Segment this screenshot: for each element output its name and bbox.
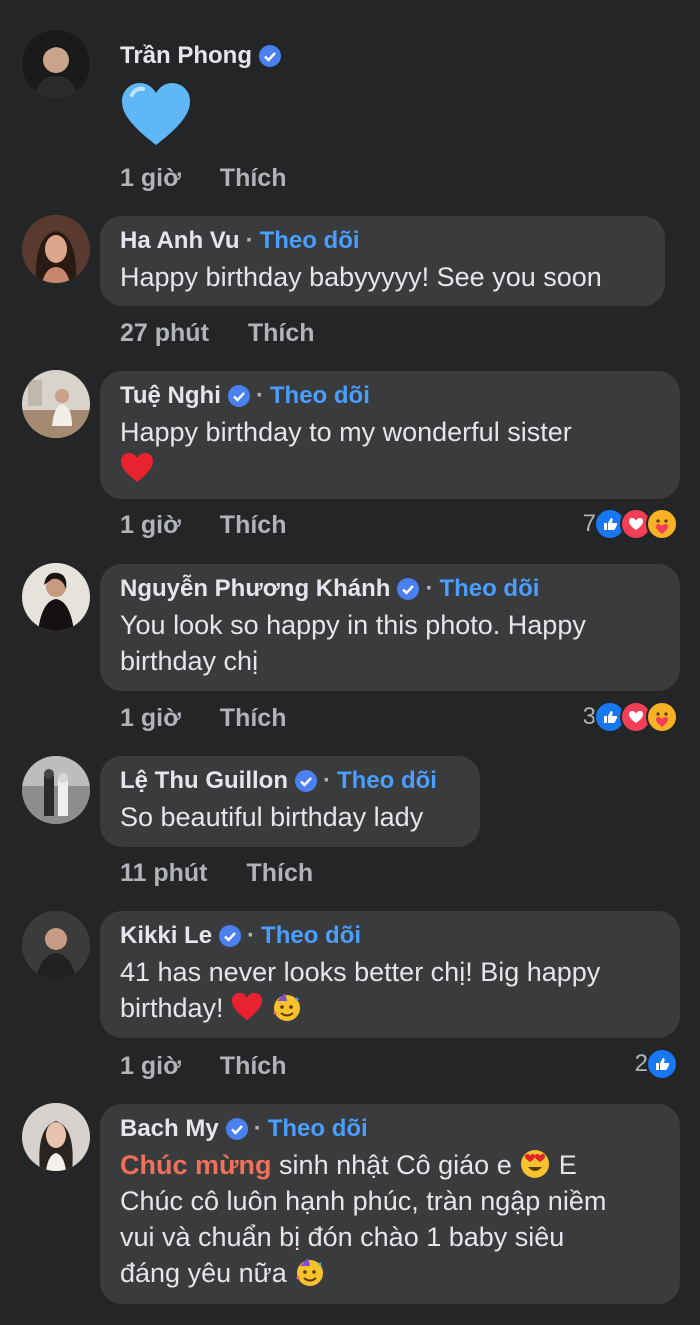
partying-face-icon [296, 1258, 324, 1286]
comment-text-line: Chúc mừng sinh nhật Cô giáo e E [120, 1147, 660, 1183]
care-reaction-icon [646, 701, 678, 733]
timestamp: 11 phút [120, 859, 208, 887]
follow-button[interactable]: Theo dõi [270, 381, 370, 411]
comment-text-fragment: E [551, 1150, 577, 1180]
comment-text: So beautiful birthday lady [120, 802, 424, 832]
author-name[interactable]: Lệ Thu Guillon [120, 766, 288, 796]
verified-badge-icon [225, 1118, 248, 1140]
verified-badge-icon [397, 578, 420, 600]
like-button[interactable]: Thích [246, 859, 313, 888]
timestamp: 27 phút [120, 319, 209, 347]
comment-text-line: đáng yêu nữa [120, 1255, 660, 1291]
comment-text-fragment: đáng yêu nữa [120, 1258, 295, 1288]
avatar[interactable] [22, 1103, 90, 1171]
separator: · [253, 1115, 262, 1142]
follow-button[interactable]: Theo dõi [261, 921, 361, 951]
timestamp: 1 giờ [120, 704, 181, 732]
verified-badge-icon [259, 45, 281, 67]
comment-text-line: birthday! [120, 990, 660, 1026]
separator: · [425, 575, 434, 602]
timestamp: 1 giờ [120, 164, 181, 192]
comment-bubble[interactable]: Tuệ Nghi · Theo dõi Happy birthday to my… [100, 371, 680, 499]
red-heart-icon [232, 992, 263, 1021]
author-name[interactable]: Nguyễn Phương Khánh [120, 574, 390, 604]
like-reaction-icon [646, 1048, 678, 1080]
blue-heart-icon [122, 83, 190, 145]
comment-bubble[interactable]: Kikki Le · Theo dõi 41 has never looks b… [100, 911, 680, 1038]
avatar[interactable] [22, 756, 90, 824]
reaction-summary[interactable]: 2 [635, 1048, 678, 1080]
comment-bubble[interactable]: Bach My · Theo dõi Chúc mừng sinh nhật C… [100, 1104, 680, 1304]
verified-badge-icon [294, 770, 317, 792]
author-name[interactable]: Ha Anh Vu [120, 226, 240, 256]
red-heart-icon [121, 453, 153, 482]
separator: · [247, 922, 256, 949]
timestamp: 1 giờ [120, 511, 181, 539]
reaction-summary[interactable]: 7 [583, 508, 678, 540]
like-button[interactable]: Thích [220, 164, 287, 193]
author-name[interactable]: Tuệ Nghi [120, 381, 221, 411]
comment-text: 41 has never looks better chị! Big happy… [120, 954, 660, 1026]
verified-badge-icon [227, 385, 250, 407]
avatar[interactable] [22, 563, 90, 631]
follow-button[interactable]: Theo dõi [337, 766, 437, 796]
comment-bubble[interactable]: Nguyễn Phương Khánh · Theo dõi You look … [100, 564, 680, 691]
author-name[interactable]: Trần Phong [120, 41, 252, 71]
separator: · [245, 227, 254, 254]
separator: · [255, 382, 264, 409]
avatar[interactable] [22, 30, 90, 98]
avatar[interactable] [22, 370, 90, 438]
comment-bubble[interactable]: Lệ Thu Guillon · Theo dõi So beautiful b… [100, 756, 480, 847]
verified-badge-icon [219, 925, 242, 947]
comment-text-line: You look so happy in this photo. Happy [120, 610, 586, 640]
comment-text: You look so happy in this photo. Happy b… [120, 607, 660, 679]
separator: · [322, 767, 331, 794]
like-button[interactable]: Thích [220, 1052, 287, 1081]
comment-bubble[interactable]: Ha Anh Vu · Theo dõi Happy birthday baby… [100, 216, 665, 306]
comment-text-line: vui và chuẩn bị đón chào 1 baby siêu [120, 1222, 565, 1252]
reaction-summary[interactable]: 3 [583, 701, 678, 733]
follow-button[interactable]: Theo dõi [260, 226, 360, 256]
comment-text: Happy birthday to my wonderful sister [120, 417, 572, 447]
comment-text-line: birthday chị [120, 646, 259, 676]
author-name[interactable]: Kikki Le [120, 921, 212, 951]
follow-button[interactable]: Theo dõi [439, 574, 539, 604]
partying-face-icon [273, 993, 300, 1021]
author-name[interactable]: Bach My [120, 1114, 219, 1144]
comment-text-line: 41 has never looks better chị! Big happy [120, 957, 601, 987]
avatar[interactable] [22, 215, 90, 283]
comment-text-fragment: sinh nhật Cô giáo e [271, 1150, 520, 1180]
comment-text: Happy birthday babyyyyy! See you soon [120, 262, 602, 292]
highlighted-text[interactable]: Chúc mừng [120, 1150, 272, 1180]
like-button[interactable]: Thích [248, 319, 315, 348]
heart-eyes-face-icon [521, 1150, 550, 1178]
avatar[interactable] [22, 911, 90, 979]
timestamp: 1 giờ [120, 1052, 181, 1080]
follow-button[interactable]: Theo dõi [268, 1114, 368, 1144]
comment-text-fragment: birthday! [120, 993, 224, 1023]
care-reaction-icon [646, 508, 678, 540]
like-button[interactable]: Thích [220, 704, 287, 733]
comment-text-line: Chúc cô luôn hạnh phúc, tràn ngập niềm [120, 1186, 607, 1216]
like-button[interactable]: Thích [220, 511, 287, 540]
comment-text: Chúc mừng sinh nhật Cô giáo e E Chúc cô … [120, 1147, 660, 1291]
